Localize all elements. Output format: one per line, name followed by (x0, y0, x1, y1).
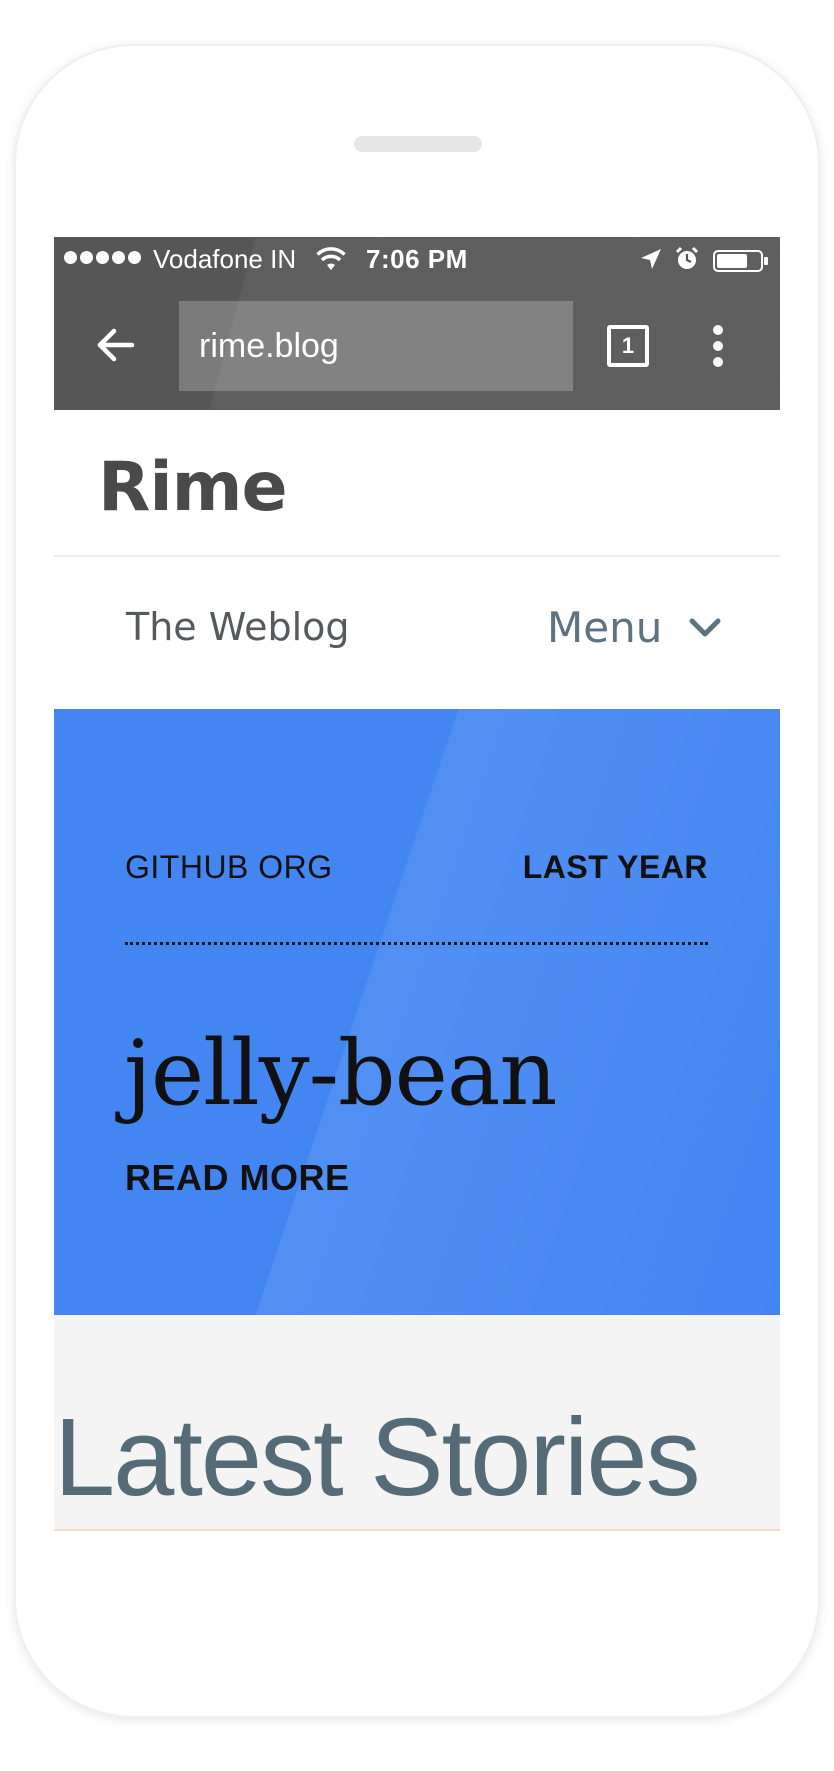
featured-post: GITHUB ORG LAST YEAR jelly-bean READ MOR… (54, 709, 780, 1315)
menu-button[interactable]: Menu (547, 603, 722, 652)
hero-sheen (54, 709, 780, 1315)
site-subnav: The Weblog Menu (54, 557, 780, 709)
wifi-icon (316, 247, 346, 270)
post-date: LAST YEAR (522, 849, 708, 885)
menu-label: Menu (547, 603, 663, 652)
latest-stories-section: Latest Stories (54, 1315, 780, 1531)
latest-stories-heading: Latest Stories (54, 1396, 701, 1519)
location-arrow-icon (641, 249, 661, 269)
browser-chrome: Vodafone IN 7:06 PM rime.blog 1 (54, 237, 780, 410)
site-logo[interactable]: Rime (98, 448, 288, 527)
alarm-clock-icon (675, 246, 699, 269)
tab-switcher-button[interactable]: 1 (607, 325, 649, 367)
back-arrow-icon[interactable] (92, 321, 140, 369)
phone-screen: Vodafone IN 7:06 PM rime.blog 1 Rime The… (54, 237, 780, 1531)
status-time: 7:06 PM (366, 244, 468, 274)
tab-count: 1 (621, 333, 635, 358)
url-text[interactable]: rime.blog (199, 327, 339, 366)
chevron-down-icon (689, 618, 721, 636)
post-category: GITHUB ORG (125, 849, 333, 885)
site-tagline: The Weblog (126, 605, 350, 649)
overflow-menu-icon[interactable] (710, 325, 726, 369)
post-divider (125, 942, 708, 945)
status-bar: Vodafone IN 7:06 PM (54, 237, 780, 281)
carrier-name: Vodafone IN (153, 244, 297, 274)
address-bar[interactable]: rime.blog (179, 301, 573, 391)
site-header: Rime (54, 410, 780, 557)
read-more-link[interactable]: READ MORE (125, 1157, 350, 1199)
signal-strength-icon (64, 251, 141, 264)
post-title[interactable]: jelly-bean (124, 1021, 557, 1126)
phone-speaker (354, 136, 482, 152)
battery-icon (713, 250, 768, 272)
